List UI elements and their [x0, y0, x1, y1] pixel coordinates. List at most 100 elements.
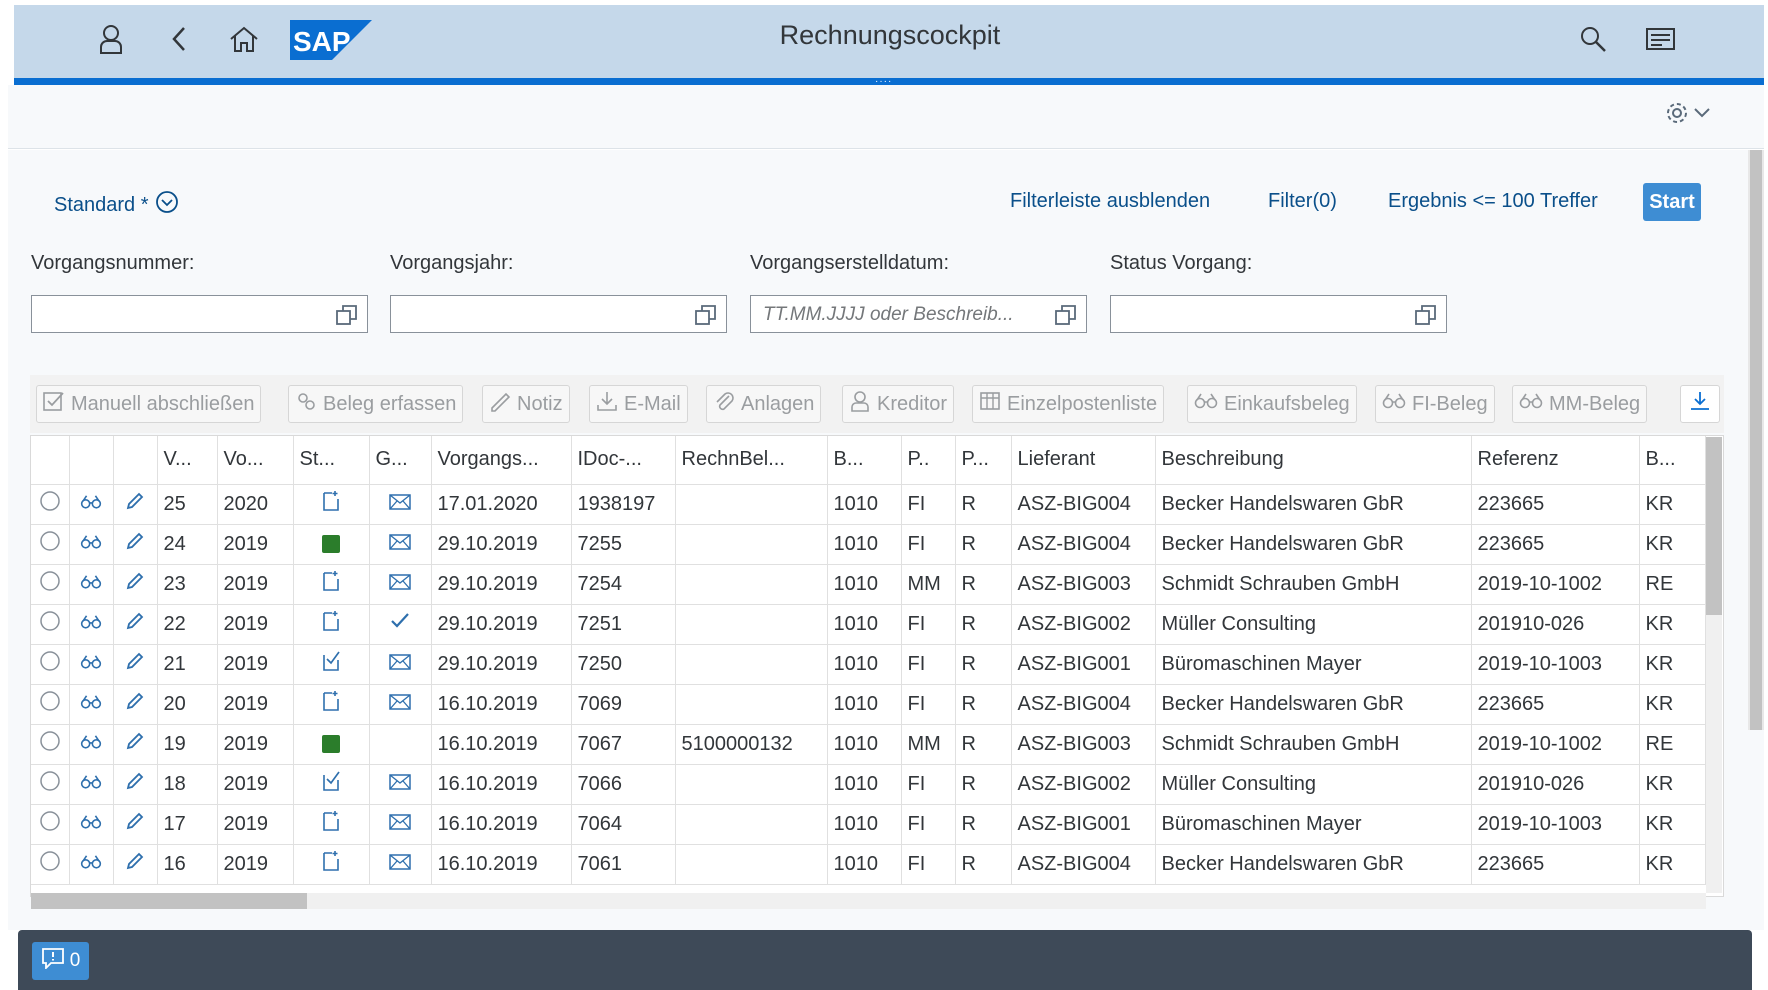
row-select-radio[interactable]	[39, 611, 61, 637]
table-row[interactable]: 23 2019 29.10.2019 7254 1010 MM R ASZ-BIG003 Sch…	[31, 564, 1706, 605]
checkmark-icon	[390, 613, 410, 635]
einkaufsbeleg-button[interactable]: Einkaufsbeleg	[1187, 385, 1357, 423]
row-select-radio[interactable]	[39, 851, 61, 877]
column-header-vorgang[interactable]: V...	[157, 436, 218, 485]
email-icon-cell	[369, 844, 432, 885]
table-row[interactable]: 22 2019 29.10.2019 7251 1010 FI R ASZ-BIG002 Mül…	[31, 604, 1706, 645]
value-help-icon[interactable]	[694, 303, 718, 332]
table-row[interactable]: 20 2019 16.10.2019 7069 1010 FI R ASZ-BIG004 Bec…	[31, 684, 1706, 725]
column-header-vorgangsdatum[interactable]: Vorgangs...	[431, 436, 572, 485]
erstelldatum-input[interactable]: TT.MM.JJJJ oder Beschreib...	[750, 295, 1087, 333]
column-header-g[interactable]: G...	[369, 436, 432, 485]
page-scrollbar-thumb[interactable]	[1750, 150, 1762, 730]
result-limit-link[interactable]: Ergebnis <= 100 Treffer	[1388, 190, 1598, 213]
vorgangsjahr-input[interactable]	[390, 295, 727, 333]
email-button[interactable]: E-Mail	[589, 385, 688, 423]
display-icon[interactable]	[80, 813, 102, 835]
table-vertical-scrollbar-thumb[interactable]	[1706, 437, 1722, 615]
display-icon[interactable]	[80, 573, 102, 595]
back-icon[interactable]	[164, 22, 194, 56]
value-help-icon[interactable]	[335, 303, 359, 332]
edit-pencil-icon[interactable]	[125, 812, 145, 836]
beleg-erfassen-button[interactable]: Beleg erfassen	[288, 385, 464, 423]
settings-menu[interactable]	[1660, 100, 1716, 130]
messages-button[interactable]: 0	[32, 942, 89, 980]
table-row[interactable]: 17 2019 16.10.2019 7064 1010 FI R ASZ-BIG001 Bür…	[31, 804, 1706, 845]
table-horizontal-scrollbar[interactable]	[31, 893, 1706, 909]
anlagen-button[interactable]: Anlagen	[706, 385, 822, 423]
column-header-beschreibung[interactable]: Beschreibung	[1155, 436, 1472, 485]
display-icon[interactable]	[80, 493, 102, 515]
vorgangsnummer-input[interactable]	[31, 295, 368, 333]
variant-selector[interactable]: Standard *	[54, 190, 179, 220]
edit-pencil-icon[interactable]	[125, 612, 145, 636]
row-select-radio[interactable]	[39, 811, 61, 837]
edit-pencil-icon[interactable]	[125, 532, 145, 556]
column-header-b[interactable]: B...	[827, 436, 902, 485]
cell-b2: RE	[1639, 724, 1706, 765]
column-header-status[interactable]: St...	[293, 436, 370, 485]
cell-beschreibung: Becker Handelswaren GbR	[1155, 844, 1472, 885]
display-icon[interactable]	[80, 533, 102, 555]
table-row[interactable]: 16 2019 16.10.2019 7061 1010 FI R ASZ-BIG004 Bec…	[31, 844, 1706, 885]
column-header-b2[interactable]: B...	[1639, 436, 1706, 485]
edit-pencil-icon[interactable]	[125, 652, 145, 676]
export-button[interactable]	[1680, 385, 1720, 423]
value-help-icon[interactable]	[1054, 303, 1078, 332]
fi-beleg-button[interactable]: FI-Beleg	[1375, 385, 1495, 423]
row-select-radio[interactable]	[39, 531, 61, 557]
column-header-rechnbeleg[interactable]: RechnBel...	[675, 436, 828, 485]
filter-label-vorgangsjahr: Vorgangsjahr:	[390, 252, 514, 274]
mm-beleg-button[interactable]: MM-Beleg	[1512, 385, 1648, 423]
table-row[interactable]: 24 2019 29.10.2019 7255 1010 FI R ASZ-BIG004 Bec…	[31, 524, 1706, 565]
column-header-lieferant[interactable]: Lieferant	[1011, 436, 1156, 485]
table-row[interactable]: 18 2019 16.10.2019 7066 1010 FI R ASZ-BIG002 Mül…	[31, 764, 1706, 805]
cell-vorgangsjahr: 2019	[217, 524, 294, 565]
home-icon[interactable]	[228, 22, 260, 56]
table-row[interactable]: 21 2019 29.10.2019 7250 1010 FI R ASZ-BIG001 Bür…	[31, 644, 1706, 685]
table-vertical-scrollbar[interactable]	[1706, 437, 1722, 893]
search-icon[interactable]	[1577, 22, 1609, 56]
cell-p1: MM	[901, 564, 956, 605]
table-row[interactable]: 19 2019 16.10.2019 7067 5100000132 1010 MM R ASZ…	[31, 724, 1706, 765]
edit-pencil-icon[interactable]	[125, 492, 145, 516]
page-scrollbar[interactable]	[1748, 150, 1764, 730]
user-icon[interactable]	[96, 22, 126, 56]
menu-icon[interactable]	[1644, 22, 1678, 56]
column-header-vorgangsjahr[interactable]: Vo...	[217, 436, 294, 485]
value-help-icon[interactable]	[1414, 303, 1438, 332]
display-icon[interactable]	[80, 853, 102, 875]
display-icon[interactable]	[80, 773, 102, 795]
sap-logo[interactable]: SAP	[290, 20, 372, 60]
kreditor-button[interactable]: Kreditor	[842, 385, 955, 423]
column-header-p2[interactable]: P...	[955, 436, 1012, 485]
edit-pencil-icon[interactable]	[125, 772, 145, 796]
display-icon[interactable]	[80, 613, 102, 635]
row-select-radio[interactable]	[39, 571, 61, 597]
einzelpostenliste-button[interactable]: Einzelpostenliste	[972, 385, 1165, 423]
row-select-radio[interactable]	[39, 491, 61, 517]
edit-pencil-icon[interactable]	[125, 572, 145, 596]
edit-pencil-icon[interactable]	[125, 852, 145, 876]
notiz-button[interactable]: Notiz	[482, 385, 570, 423]
table-row[interactable]: 25 2020 17.01.2020 1938197 1010 FI R ASZ-BIG004…	[31, 484, 1706, 525]
row-select-radio[interactable]	[39, 731, 61, 757]
column-header-referenz[interactable]: Referenz	[1471, 436, 1640, 485]
display-icon[interactable]	[80, 693, 102, 715]
table-horizontal-scrollbar-thumb[interactable]	[31, 893, 307, 909]
column-header-p1[interactable]: P..	[901, 436, 956, 485]
display-icon[interactable]	[80, 733, 102, 755]
row-select-radio[interactable]	[39, 651, 61, 677]
hide-filterbar-link[interactable]: Filterleiste ausblenden	[1010, 190, 1210, 213]
cell-p2: R	[955, 644, 1012, 685]
display-icon[interactable]	[80, 653, 102, 675]
filter-link[interactable]: Filter(0)	[1268, 190, 1337, 213]
status-vorgang-input[interactable]	[1110, 295, 1447, 333]
row-select-radio[interactable]	[39, 691, 61, 717]
edit-pencil-icon[interactable]	[125, 732, 145, 756]
manuell-abschliessen-button[interactable]: Manuell abschließen	[36, 385, 262, 423]
row-select-radio[interactable]	[39, 771, 61, 797]
start-button[interactable]: Start	[1643, 183, 1701, 221]
column-header-idoc[interactable]: IDoc-...	[571, 436, 676, 485]
edit-pencil-icon[interactable]	[125, 692, 145, 716]
